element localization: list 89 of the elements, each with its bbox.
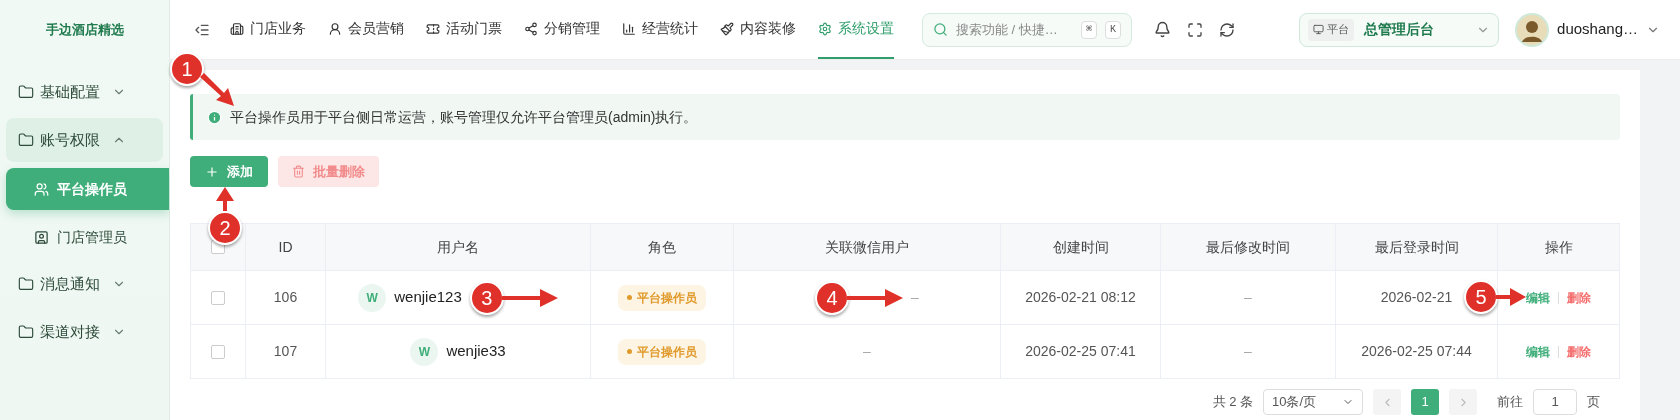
column-header: 用户名 xyxy=(437,237,479,257)
table-cell-text: 2026-02-25 07:41 xyxy=(1025,342,1136,361)
column-header: 角色 xyxy=(648,237,676,257)
table-cell-text: – xyxy=(911,288,919,307)
brand-name: 手边酒店精选 xyxy=(45,21,124,40)
refresh-icon[interactable] xyxy=(1219,21,1235,38)
sidebar-label: 基础配置 xyxy=(40,81,100,102)
ticket-icon xyxy=(426,21,440,36)
goto-suffix: 页 xyxy=(1587,393,1600,412)
username: wenjie33 xyxy=(446,341,506,362)
user-icon xyxy=(328,21,342,36)
nav-tab[interactable]: 经营统计 xyxy=(622,0,698,59)
callout-badge: 3 xyxy=(469,280,504,315)
folder-icon xyxy=(18,324,34,340)
table-cell-text: 106 xyxy=(273,288,298,307)
column-header: 创建时间 xyxy=(1052,237,1109,257)
table-cell-text: – xyxy=(1244,342,1252,361)
goto-label: 前往 xyxy=(1497,393,1523,412)
folder-icon xyxy=(18,132,34,148)
avatar[interactable] xyxy=(1515,12,1550,47)
trash-icon xyxy=(292,165,305,178)
table-cell-text: – xyxy=(1244,288,1252,307)
callout-arrow xyxy=(1496,286,1526,308)
nav-tab[interactable]: 分销管理 xyxy=(524,0,600,59)
avatar: W xyxy=(410,337,439,366)
callout-arrow xyxy=(214,187,236,211)
table-cell-text: 2026-02-21 08:12 xyxy=(1025,288,1136,307)
total-count: 共 2 条 xyxy=(1212,393,1253,412)
share-icon xyxy=(524,21,538,36)
nav-tab[interactable]: 门店业务 xyxy=(230,0,306,59)
sidebar-group[interactable]: 基础配置 xyxy=(6,70,163,114)
scope-name: 总管理后台 xyxy=(1364,20,1436,39)
bar-chart-icon xyxy=(622,21,636,36)
users-icon xyxy=(34,181,49,197)
nav-tab[interactable]: 会员营销 xyxy=(328,0,404,59)
id-card-icon xyxy=(34,229,49,245)
search-field[interactable]: 搜索功能 / 快捷… ⌘ K xyxy=(922,12,1132,47)
sidebar-group[interactable]: 渠道对接 xyxy=(6,310,163,354)
shortcut-key: K xyxy=(1105,20,1121,39)
nav-tab[interactable]: 系统设置 xyxy=(818,0,894,59)
bell-icon[interactable] xyxy=(1154,21,1171,38)
role-tag: 平台操作员 xyxy=(618,338,706,365)
nav-tab[interactable]: 活动门票 xyxy=(426,0,502,59)
table-cell-text: 2026-02-25 07:44 xyxy=(1361,342,1472,361)
scope-tag: 平台 xyxy=(1308,18,1355,41)
callout-badge: 5 xyxy=(1464,280,1498,314)
role-tag: 平台操作员 xyxy=(618,284,706,311)
table-cell-text: 2026-02-21 xyxy=(1380,288,1453,307)
column-header: 关联微信用户 xyxy=(825,237,909,257)
user-name[interactable]: duoshang… xyxy=(1557,18,1638,41)
page-size-select[interactable]: 10条/页 xyxy=(1263,389,1363,415)
callout-badge: 2 xyxy=(208,211,242,245)
sidebar-group[interactable]: 消息通知 xyxy=(6,262,163,306)
checkbox[interactable] xyxy=(211,344,225,359)
folder-icon xyxy=(18,276,34,292)
scope-selector[interactable]: 平台 总管理后台 xyxy=(1299,12,1500,47)
callout-arrow xyxy=(200,72,236,108)
sidebar-label: 账号权限 xyxy=(40,129,100,150)
search-icon xyxy=(933,22,948,37)
sidebar-label: 消息通知 xyxy=(40,273,100,294)
alert-text: 平台操作员用于平台侧日常运营，账号管理仅允许平台管理员(admin)执行。 xyxy=(230,107,698,127)
checkbox[interactable] xyxy=(211,290,225,305)
monitor-icon xyxy=(1313,24,1325,35)
fullscreen-icon[interactable] xyxy=(1187,21,1203,38)
sidebar-group[interactable]: 账号权限 xyxy=(6,118,163,162)
shortcut-key: ⌘ xyxy=(1080,20,1097,39)
info-icon xyxy=(207,109,222,125)
brush-icon xyxy=(720,21,734,36)
plus-icon xyxy=(205,164,219,179)
column-header: 操作 xyxy=(1544,237,1573,257)
column-header: 最后修改时间 xyxy=(1206,237,1290,257)
nav-tab[interactable]: 内容装修 xyxy=(720,0,796,59)
goto-page-field[interactable]: 1 xyxy=(1533,389,1577,415)
avatar: W xyxy=(358,283,387,312)
callout-arrow xyxy=(501,286,558,309)
sidebar-item[interactable]: 门店管理员 xyxy=(6,216,169,258)
column-header: ID xyxy=(278,237,293,257)
column-header: 最后登录时间 xyxy=(1374,237,1459,257)
search-placeholder: 搜索功能 / 快捷… xyxy=(956,20,1059,39)
folder-icon xyxy=(18,84,34,100)
callout-badge: 1 xyxy=(170,52,204,86)
callout-badge: 4 xyxy=(815,280,850,315)
table-cell-text: 107 xyxy=(273,342,298,361)
username: wenjie123 xyxy=(394,287,462,308)
sidebar-label: 渠道对接 xyxy=(40,321,100,342)
gear-icon xyxy=(818,21,832,36)
callout-arrow xyxy=(847,286,904,309)
building-icon xyxy=(230,21,244,36)
table-cell-text: – xyxy=(863,342,871,361)
